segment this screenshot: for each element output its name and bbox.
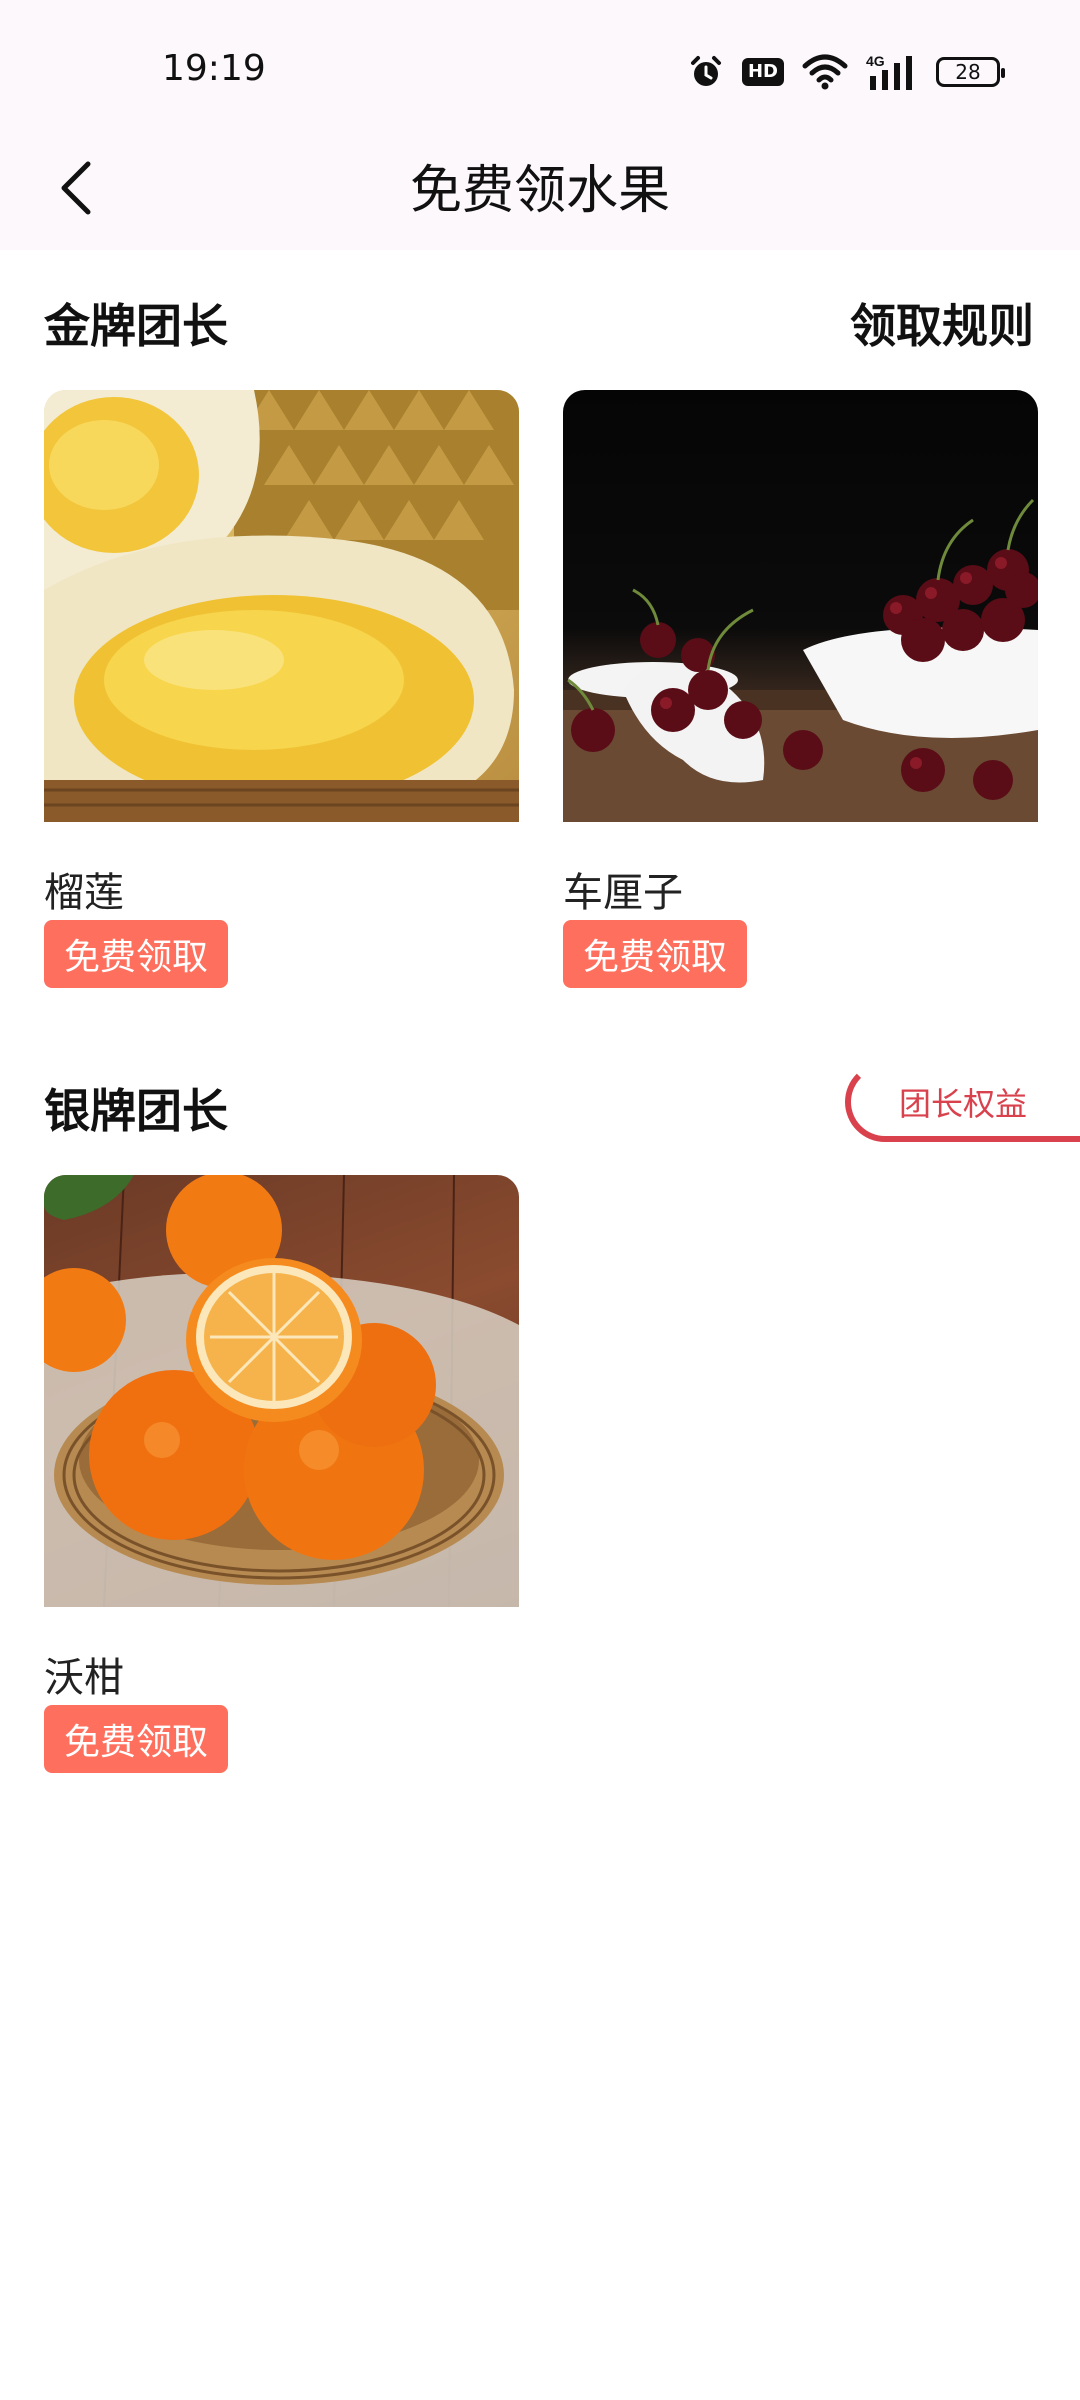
- network-type-label: 4G: [866, 53, 885, 69]
- app-header: 免费领水果: [0, 130, 1080, 250]
- claim-button[interactable]: 免费领取: [44, 920, 229, 988]
- claim-button[interactable]: 免费领取: [563, 920, 748, 988]
- fruit-card-cherry: 车厘子 免费领取: [563, 390, 1038, 1000]
- fruit-name: 车厘子: [563, 870, 683, 916]
- gold-section-title: 金牌团长: [44, 299, 228, 353]
- leader-benefits-button[interactable]: 团长权益: [845, 1062, 1080, 1142]
- status-bar: 19:19 HD 4G 28: [0, 0, 1080, 130]
- alarm-icon: [688, 52, 724, 92]
- top-area: 19:19 HD 4G 28 免费领水果: [0, 0, 1080, 250]
- status-icons: HD 4G 28: [688, 50, 1005, 94]
- durian-image: [44, 390, 519, 822]
- fruit-card-orange: 沃柑 免费领取: [44, 1175, 519, 1785]
- signal-icon: 4G: [866, 52, 918, 92]
- cherry-image: [563, 390, 1038, 822]
- fruit-card-durian: 榴莲 免费领取: [44, 390, 519, 1000]
- orange-image: [44, 1175, 519, 1607]
- battery-level: 28: [936, 57, 1005, 87]
- page-title: 免费领水果: [409, 161, 670, 221]
- orange-illustration: [44, 1175, 519, 1607]
- cherry-illustration: [563, 498, 1038, 822]
- battery-icon: 28: [936, 52, 1005, 92]
- status-time: 19:19: [162, 48, 266, 89]
- rules-link[interactable]: 领取规则: [850, 290, 1034, 356]
- durian-illustration: [44, 390, 519, 822]
- claim-button[interactable]: 免费领取: [44, 1705, 229, 1773]
- hd-badge: HD: [741, 58, 784, 86]
- silver-section-title: 银牌团长: [44, 1084, 228, 1138]
- fruit-name: 榴莲: [44, 870, 124, 916]
- fruit-name: 沃柑: [44, 1655, 124, 1701]
- wifi-icon: [802, 52, 848, 92]
- hd-icon: HD: [741, 52, 784, 92]
